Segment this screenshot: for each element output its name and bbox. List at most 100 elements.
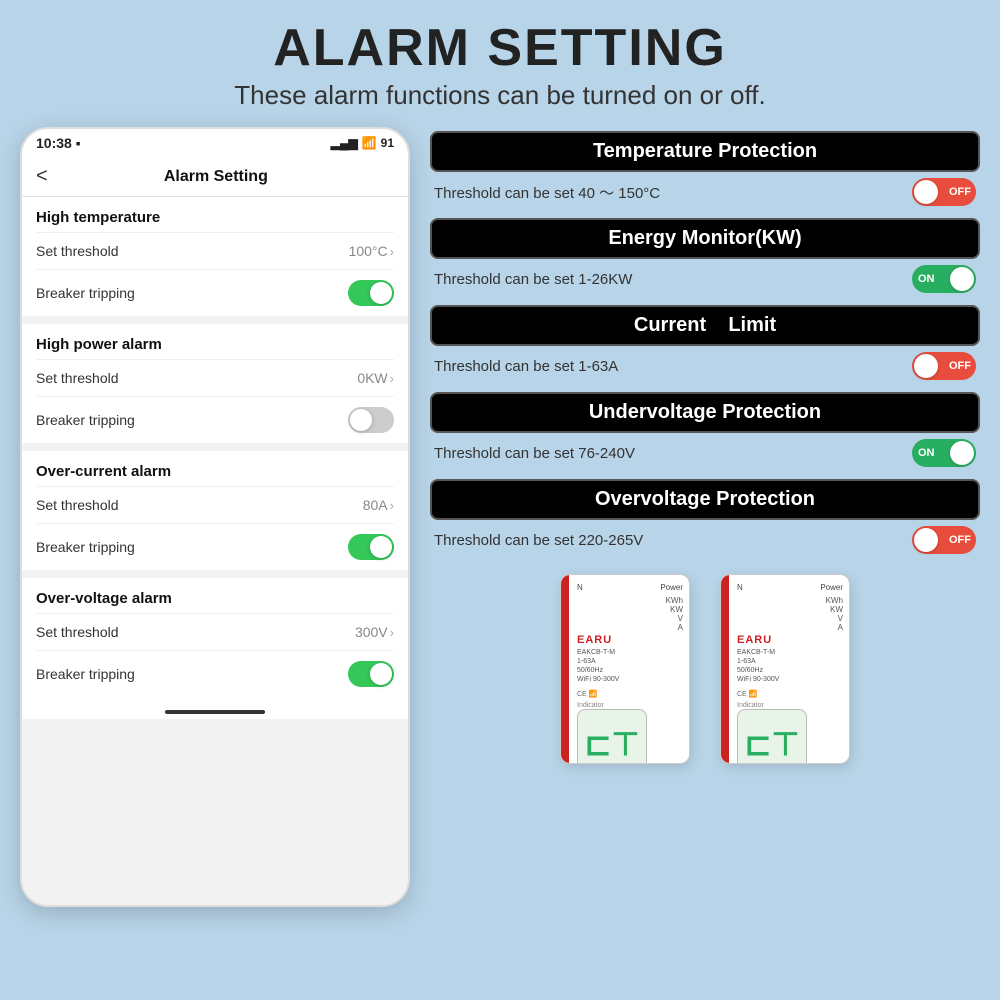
right-panel: Temperature Protection Threshold can be … [430,127,980,987]
wifi-mark-1: 📶 [589,691,598,698]
device-v-2: V [737,614,843,623]
content-area: 10:38 ▪ ▂▄▆ 📶 91 < Alarm Setting High te… [0,117,1000,987]
threshold-row-high-power[interactable]: Set threshold 0KW › [36,359,394,396]
threshold-value-over-current: 80A › [363,497,394,513]
section-title-high-power: High power alarm [36,324,394,359]
breaker-label-over-current: Breaker tripping [36,539,135,555]
ce-mark-2: CE [737,691,749,698]
page-header: ALARM SETTING These alarm functions can … [0,0,1000,117]
threshold-label-high-temp: Set threshold [36,243,119,259]
breaker-row-high-power: Breaker tripping [36,396,394,443]
threshold-row-over-voltage[interactable]: Set threshold 300V › [36,613,394,650]
device-kw-1: KW [577,605,683,614]
threshold-row-over-current[interactable]: Set threshold 80A › [36,486,394,523]
panel-toggle-knob-energy [950,267,974,291]
breaker-toggle-over-current[interactable] [348,534,394,560]
breaker-row-high-temp: Breaker tripping [36,269,394,316]
status-icons: ▂▄▆ 📶 91 [331,136,394,150]
alarm-section-over-current: Over-current alarm Set threshold 80A › B… [22,451,408,570]
phone-mockup: 10:38 ▪ ▂▄▆ 📶 91 < Alarm Setting High te… [20,127,410,907]
indicator-label-1: Indicator [577,702,683,709]
device-power-label-2: Power [820,583,843,592]
feature-block-overvoltage: Overvoltage Protection Threshold can be … [430,479,980,556]
feature-desc-overvoltage: Threshold can be set 220-265V [434,532,643,549]
threshold-label-high-power: Set threshold [36,370,119,386]
toggle-knob-over-current [370,536,392,558]
device-model-2: EAKCB-T-M1-63A50/60HzWiFi 90-300V [737,648,843,684]
section-title-over-voltage: Over-voltage alarm [36,578,394,613]
feature-block-temp: Temperature Protection Threshold can be … [430,131,980,208]
feature-title-temp: Temperature Protection [430,131,980,172]
feature-block-energy: Energy Monitor(KW) Threshold can be set … [430,218,980,295]
threshold-value-high-power: 0KW › [357,370,394,386]
device-red-stripe-2 [721,575,729,763]
breaker-label-high-temp: Breaker tripping [36,285,135,301]
toggle-knob-over-voltage [370,663,392,685]
feature-desc-row-temp: Threshold can be set 40 ～ 150°C OFF [430,176,980,208]
panel-toggle-overvoltage[interactable]: OFF [912,526,976,554]
feature-title-undervoltage: Undervoltage Protection [430,392,980,433]
breaker-label-high-power: Breaker tripping [36,412,135,428]
breaker-toggle-over-voltage[interactable] [348,661,394,687]
device-images: N Power KWh KW V A EARU EAKCB-T-M1-63A50… [430,574,980,764]
feature-desc-current: Threshold can be set 1-63A [434,358,618,375]
back-button[interactable]: < [36,165,48,188]
feature-block-current: Current Limit Threshold can be set 1-63A… [430,305,980,382]
device-brand-2: EARU [737,634,843,646]
status-bar: 10:38 ▪ ▂▄▆ 📶 91 [22,129,408,157]
feature-block-undervoltage: Undervoltage Protection Threshold can be… [430,392,980,469]
sub-title: These alarm functions can be turned on o… [0,80,1000,111]
breaker-row-over-current: Breaker tripping [36,523,394,570]
panel-toggle-knob-temp [914,180,938,204]
threshold-row-high-temp[interactable]: Set threshold 100°C › [36,232,394,269]
nav-bar: < Alarm Setting [22,157,408,197]
panel-toggle-label-current: OFF [949,360,971,372]
panel-toggle-energy[interactable]: ON [912,265,976,293]
panel-toggle-undervoltage[interactable]: ON [912,439,976,467]
device-1: N Power KWh KW V A EARU EAKCB-T-M1-63A50… [560,574,690,764]
ce-mark-1: CE [577,691,589,698]
device-2: N Power KWh KW V A EARU EAKCB-T-M1-63A50… [720,574,850,764]
device-display-2: ⊏⊤ [737,709,807,764]
feature-desc-row-overvoltage: Threshold can be set 220-265V OFF [430,524,980,556]
wifi-mark-2: 📶 [749,691,758,698]
device-icon-2: ⊏⊤ [745,725,800,763]
threshold-label-over-current: Set threshold [36,497,119,513]
panel-toggle-temp[interactable]: OFF [912,178,976,206]
device-kw-2: KW [737,605,843,614]
feature-title-overvoltage: Overvoltage Protection [430,479,980,520]
device-top-2: N Power [737,583,843,592]
device-n-label-1: N [577,583,583,592]
panel-toggle-label-overvoltage: OFF [949,534,971,546]
feature-title-current: Current Limit [430,305,980,346]
feature-desc-temp: Threshold can be set 40 ～ 150°C [434,182,660,203]
panel-toggle-knob-current [914,354,938,378]
panel-toggle-knob-overvoltage [914,528,938,552]
panel-toggle-label-temp: OFF [949,186,971,198]
panel-toggle-label-undervoltage: ON [918,447,935,459]
threshold-value-over-voltage: 300V › [355,624,394,640]
signal-icon: ▂▄▆ [331,136,358,150]
panel-toggle-current[interactable]: OFF [912,352,976,380]
alarm-list: High temperature Set threshold 100°C › B… [22,197,408,897]
indicator-label-2: Indicator [737,702,843,709]
feature-desc-undervoltage: Threshold can be set 76-240V [434,445,635,462]
device-power-label-1: Power [660,583,683,592]
battery-icon: 91 [381,136,394,150]
status-time: 10:38 ▪ [36,135,81,151]
feature-desc-energy: Threshold can be set 1-26KW [434,271,632,288]
device-model-1: EAKCB-T-M1-63A50/60HzWiFi 90-300V [577,648,683,684]
feature-desc-row-energy: Threshold can be set 1-26KW ON [430,263,980,295]
breaker-toggle-high-temp[interactable] [348,280,394,306]
section-title-high-temp: High temperature [36,197,394,232]
feature-title-energy: Energy Monitor(KW) [430,218,980,259]
device-brand-1: EARU [577,634,683,646]
wifi-icon: 📶 [362,136,377,150]
device-icon-1: ⊏⊤ [585,725,640,763]
breaker-toggle-high-power[interactable] [348,407,394,433]
panel-toggle-label-energy: ON [918,273,935,285]
device-display-1: ⊏⊤ [577,709,647,764]
threshold-value-high-temp: 100°C › [349,243,394,259]
breaker-row-over-voltage: Breaker tripping [36,650,394,697]
device-red-stripe-1 [561,575,569,763]
